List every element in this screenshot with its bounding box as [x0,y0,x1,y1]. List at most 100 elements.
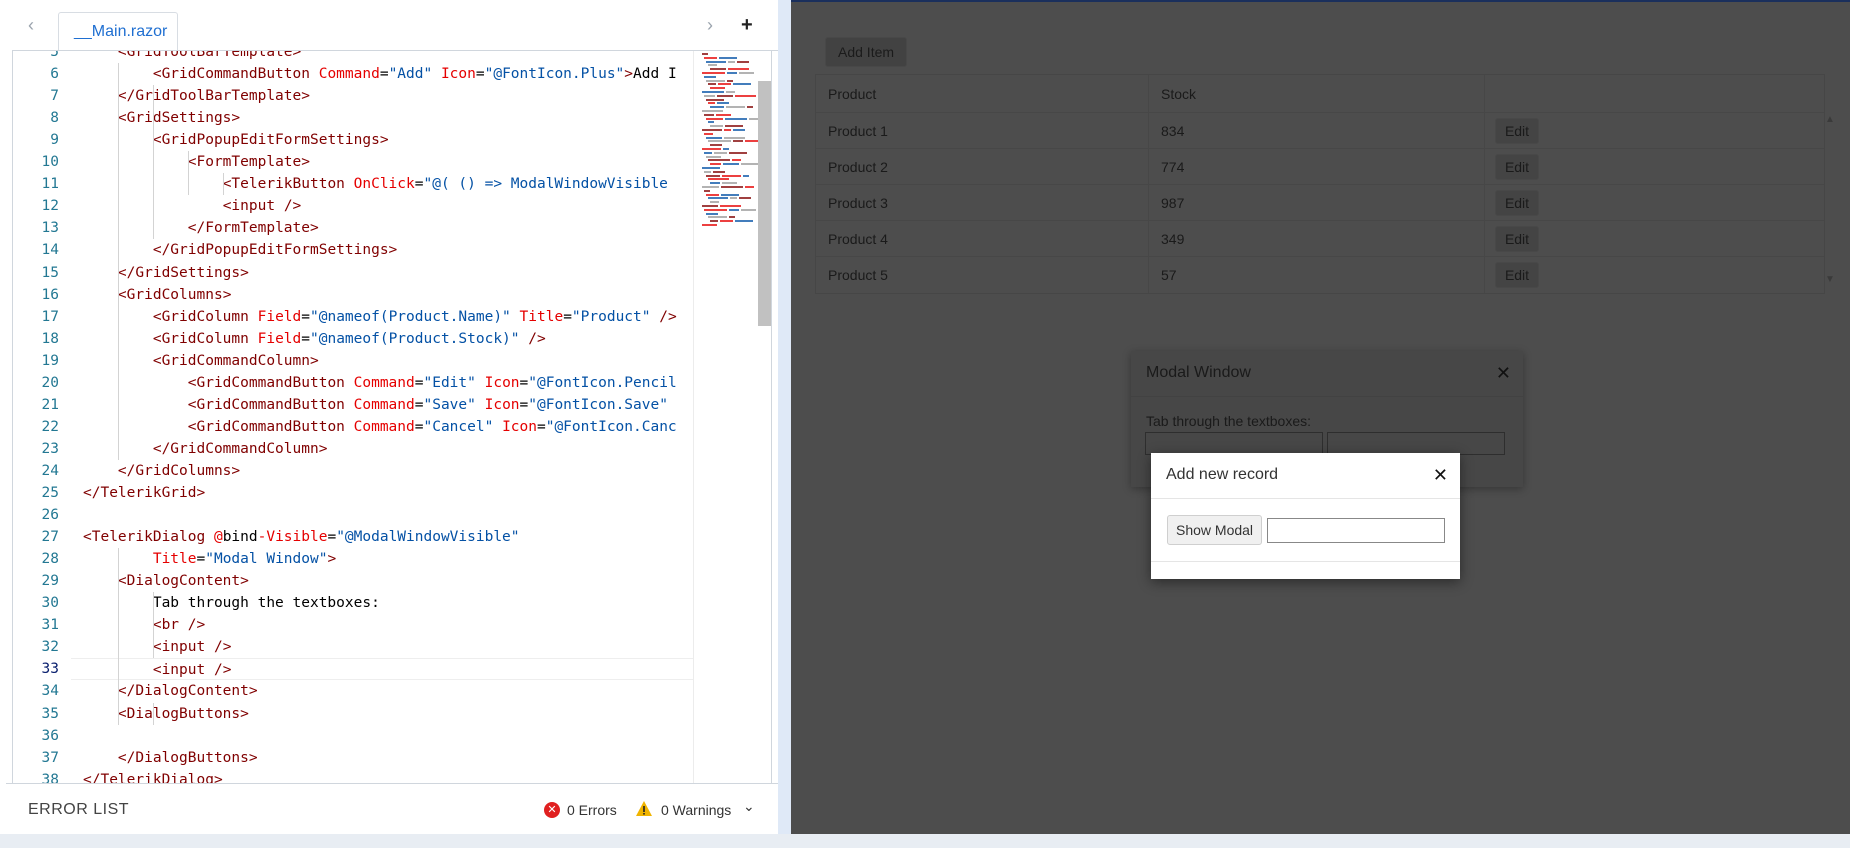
code-line[interactable]: <DialogContent> [83,570,249,592]
edit-button[interactable]: Edit [1495,154,1539,180]
minimap-line [708,102,715,105]
header-product[interactable]: Product [816,75,1149,112]
line-number: 26 [41,507,59,524]
add-new-record-popup: Add new record ✕ Show Modal [1151,453,1460,579]
code-line[interactable]: <TelerikDialog @bind-Visible="@ModalWind… [83,526,520,548]
scroll-up-icon[interactable]: ▲ [1825,114,1835,125]
table-row[interactable]: Product 3 987 Edit [816,185,1824,221]
minimap-line [708,159,730,162]
table-row[interactable]: Product 5 57 Edit [816,257,1824,293]
error-circle-icon[interactable]: ✕ [544,802,560,818]
minimap-line [710,220,718,223]
chevron-left-icon[interactable]: ‹ [22,14,40,36]
modal-textbox-2[interactable] [1327,432,1505,455]
code-line[interactable]: </TelerikDialog> [83,769,223,783]
code-line[interactable]: <DialogButtons> [83,703,249,725]
edit-button[interactable]: Edit [1495,226,1539,252]
code-line[interactable]: <GridCommandButton Command="Edit" Icon="… [83,372,677,394]
code-line[interactable]: <TelerikButton OnClick="@( () => ModalWi… [83,173,668,195]
minimap-line [702,91,724,93]
code-line[interactable]: <input /> [83,636,232,658]
edit-button[interactable]: Edit [1495,190,1539,216]
code-line[interactable]: <GridColumns> [83,284,232,306]
edit-button[interactable]: Edit [1495,118,1539,144]
panel-splitter[interactable] [778,0,791,834]
code-line[interactable]: <GridCommandButton Command="Add" Icon="@… [83,63,677,85]
minimap-line [706,79,725,82]
header-stock[interactable]: Stock [1149,75,1485,112]
add-tab-button[interactable]: + [741,14,753,37]
code-line[interactable]: Tab through the textboxes: [83,592,380,614]
table-row[interactable]: Product 2 774 Edit [816,149,1824,185]
minimap-line [708,83,716,86]
table-row[interactable]: Product 1 834 Edit [816,113,1824,149]
code-line[interactable]: </TelerikGrid> [83,482,205,504]
modal-titlebar: Modal Window ✕ [1131,351,1523,397]
close-icon[interactable]: ✕ [1496,363,1511,384]
code-line[interactable]: <GridSettings> [83,107,240,129]
modal-textbox-1[interactable] [1145,432,1323,455]
code-line[interactable]: <input /> [83,195,302,217]
cell-command: Edit [1485,221,1826,256]
code-line[interactable]: </GridPopupEditFormSettings> [83,239,397,261]
minimap-line [723,163,739,166]
table-row[interactable]: Product 4 349 Edit [816,221,1824,257]
line-number: 32 [41,639,59,656]
indent-guide [222,173,224,196]
warnings-count[interactable]: 0 Warnings [661,802,731,818]
bottom-strip [0,834,1850,848]
minimap-line [733,83,751,86]
minimap-line [710,106,724,109]
code-line[interactable]: </GridSettings> [83,262,249,284]
code-line[interactable]: </GridColumns> [83,460,240,482]
minimap-line [706,98,724,101]
minimap-line [702,129,722,131]
minimap-line [739,197,751,200]
edit-button[interactable]: Edit [1495,262,1539,288]
minimap-line [724,129,731,131]
minimap-line [702,205,718,207]
minimap-line [702,110,723,112]
tab-main-razor[interactable]: __Main.razor [58,12,178,50]
minimap-line [704,132,713,135]
line-number: 17 [41,308,59,325]
minimap-line [721,186,743,188]
errors-count[interactable]: 0 Errors [567,802,617,818]
minimap-line [727,72,737,74]
code-line[interactable]: <GridColumn Field="@nameof(Product.Stock… [83,328,546,350]
products-grid: Product Stock Product 1 834 Edit Product 27… [815,74,1825,294]
show-modal-button[interactable]: Show Modal [1167,515,1263,545]
chevron-right-icon[interactable]: › [701,14,719,36]
error-list-title: ERROR LIST [28,801,130,818]
code-line[interactable]: </GridCommandColumn> [83,438,328,460]
minimap-line [722,174,741,177]
minimap-line [706,60,726,63]
cell-stock: 57 [1149,257,1485,293]
chevron-down-icon[interactable]: ⌄ [743,798,755,815]
code-line[interactable]: <input /> [71,658,693,681]
code-line[interactable]: <GridPopupEditFormSettings> [83,129,389,151]
code-line[interactable]: <GridToolBarTemplate> [83,51,301,63]
add-item-button[interactable]: Add Item [825,37,908,67]
code-line[interactable]: <GridCommandButton Command="Cancel" Icon… [83,416,677,438]
code-line[interactable]: <GridColumn Field="@nameof(Product.Name)… [83,306,677,328]
code-line[interactable]: Title="Modal Window"> [83,548,336,570]
code-line[interactable]: </DialogContent> [83,680,258,702]
minimap-line [702,186,719,188]
minimap-line [706,212,718,215]
code-line[interactable]: <br /> [83,614,205,636]
popup-textbox[interactable] [1267,518,1445,543]
code-lines[interactable]: <GridToolBarTemplate> <GridCommandButton… [71,51,693,783]
line-number: 31 [41,617,59,634]
code-line[interactable]: </DialogButtons> [83,747,258,769]
code-editor[interactable]: 5 6 7 8 9 10 11 12 13 14 15 16 17 18 19 20 21 22 23 24 25 26 2… [12,51,772,783]
code-line[interactable]: <GridCommandButton Command="Save" Icon="… [83,394,668,416]
minimap-line [749,117,758,120]
warning-triangle-icon[interactable] [635,800,653,818]
error-list-panel: ERROR LIST ✕ 0 Errors 0 Warnings ⌄ [6,783,778,833]
close-icon[interactable]: ✕ [1433,465,1448,486]
minimap-line [710,125,723,128]
editor-panel: ‹ __Main.razor › + 5 6 7 8 9 10 11 12 13 14 15 16 17… [0,0,791,848]
scroll-down-icon[interactable]: ▼ [1825,274,1835,285]
editor-scrollbar-thumb[interactable] [758,81,771,326]
